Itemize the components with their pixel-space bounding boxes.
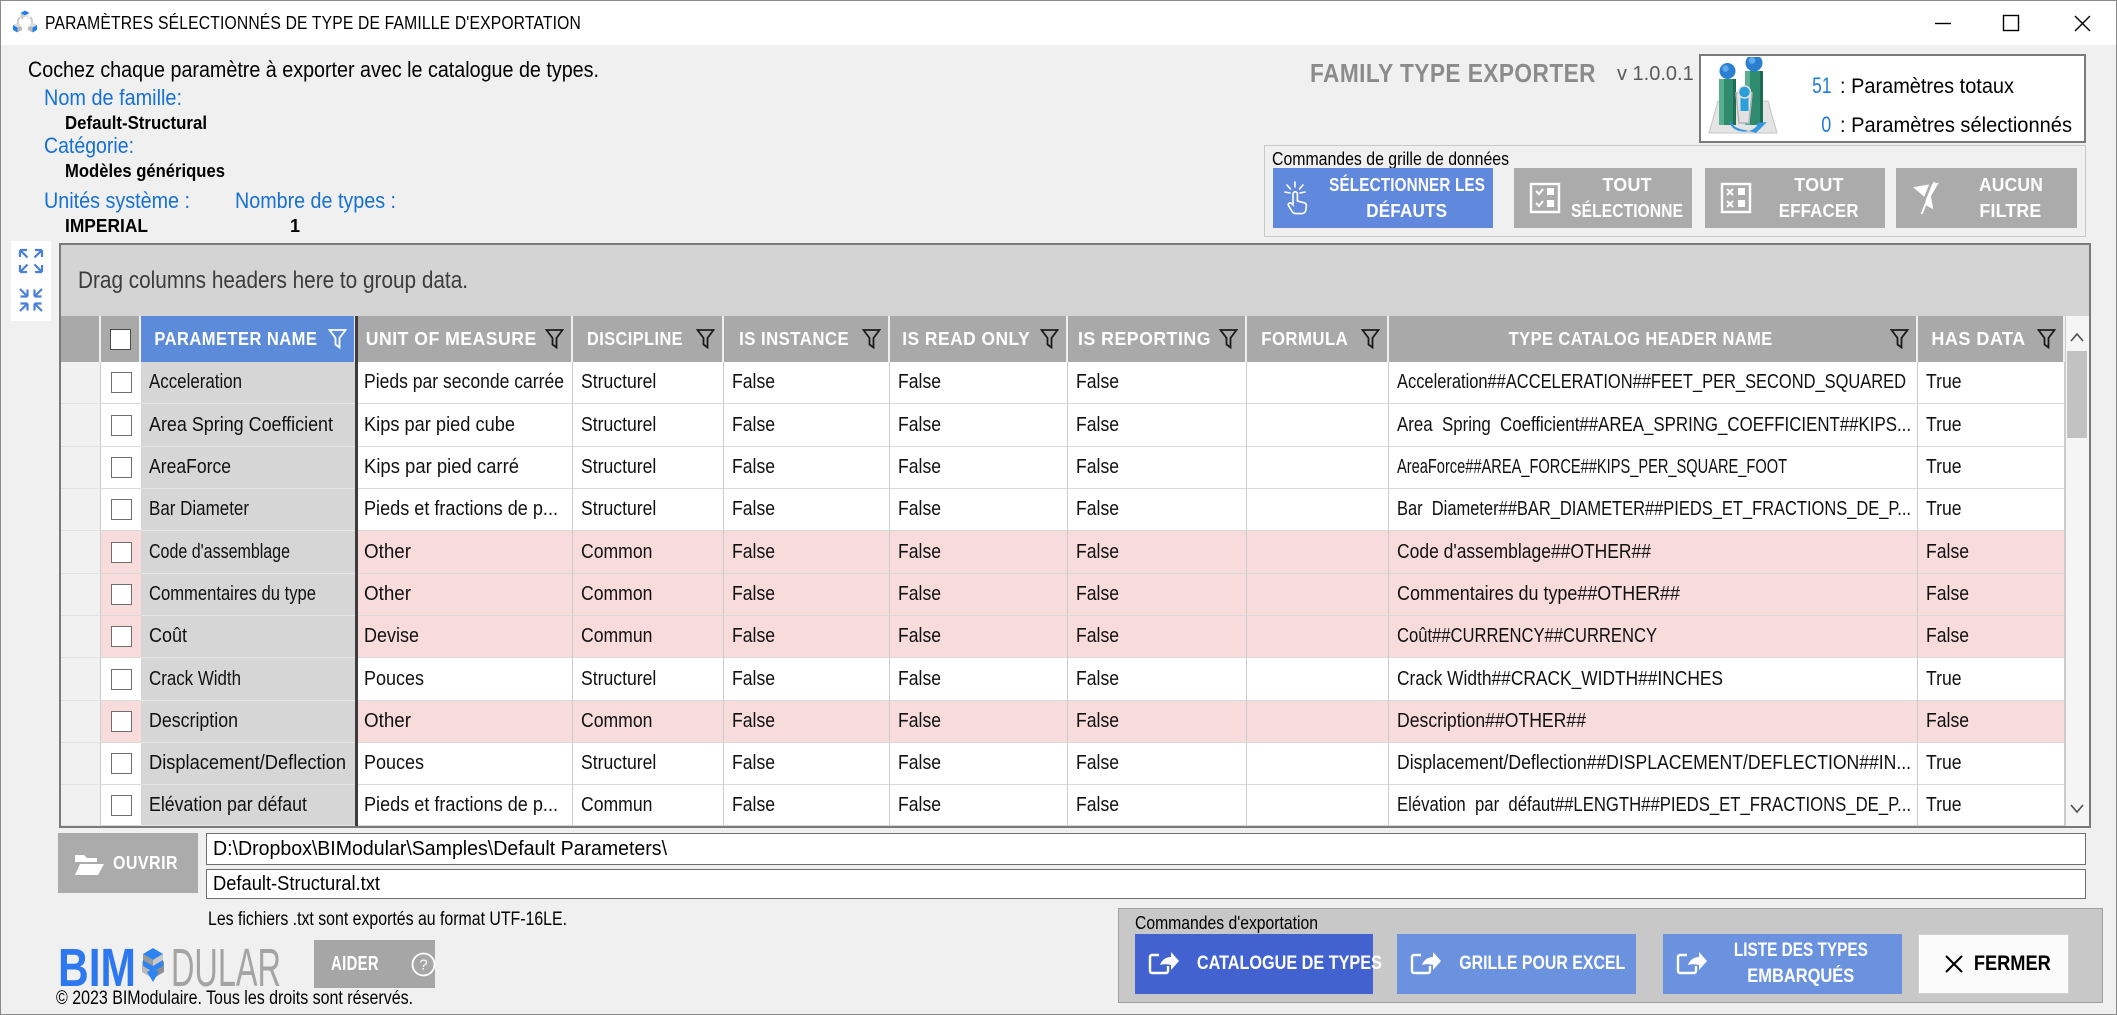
svg-text:?: ? [419, 956, 427, 973]
